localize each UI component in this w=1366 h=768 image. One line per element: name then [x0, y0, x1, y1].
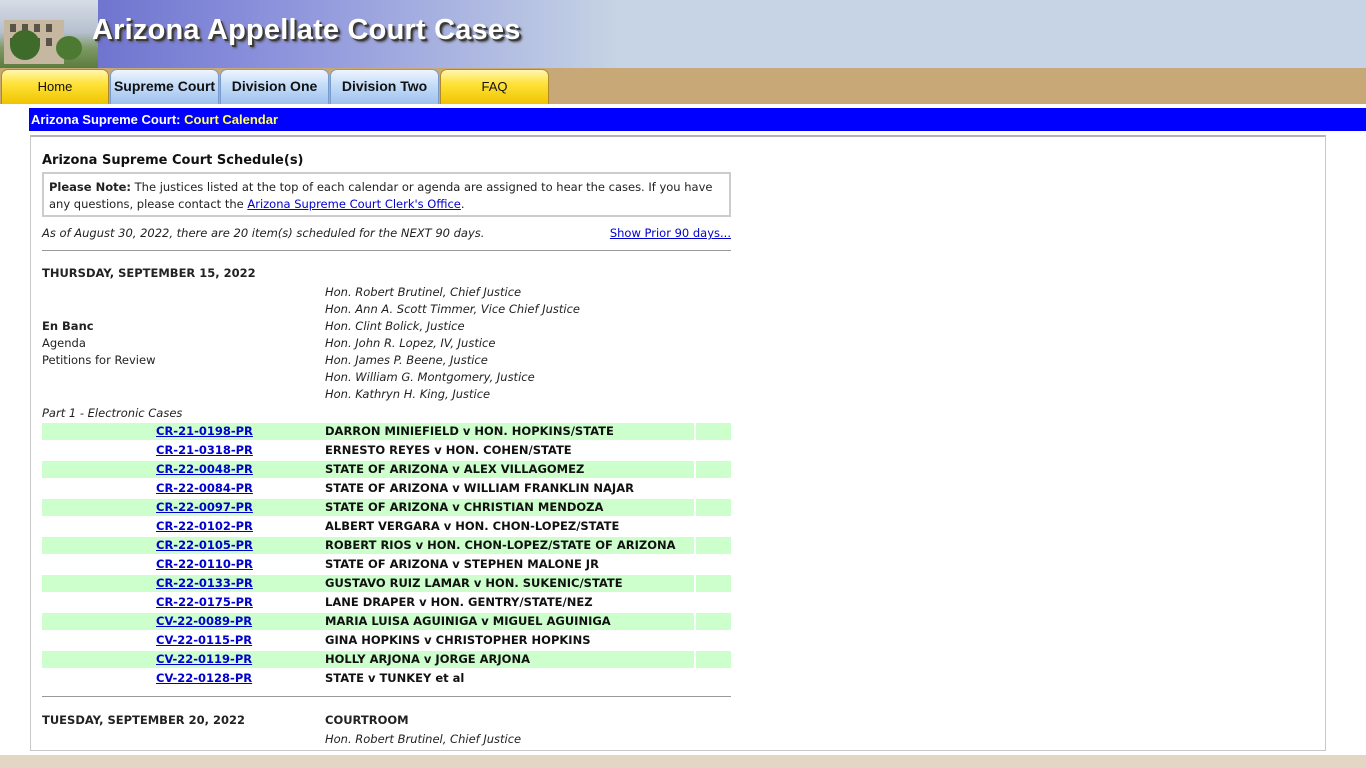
divider — [42, 696, 731, 697]
case-number-link[interactable]: CR-22-0105-PR — [156, 538, 253, 552]
case-title: ALBERT VERGARA v HON. CHON-LOPEZ/STATE — [325, 519, 620, 533]
site-banner: Arizona Appellate Court Cases — [0, 0, 1366, 68]
notice-box: Please Note: The justices listed at the … — [42, 172, 731, 217]
case-row: CR-22-0048-PR STATE OF ARIZONA v ALEX VIL… — [42, 461, 731, 478]
case-number-link[interactable]: CR-22-0048-PR — [156, 462, 253, 476]
breadcrumb: Arizona Supreme Court: Court Calendar — [29, 108, 1366, 131]
case-number-link[interactable]: CV-22-0128-PR — [156, 671, 252, 685]
case-title: STATE OF ARIZONA v STEPHEN MALONE JR — [325, 557, 599, 571]
calendar-location: COURTROOM — [325, 713, 409, 727]
case-number-link[interactable]: CR-21-0318-PR — [156, 443, 253, 457]
justice-name: Hon. Clint Bolick, Justice — [325, 319, 465, 333]
case-number-link[interactable]: CV-22-0119-PR — [156, 652, 252, 666]
case-row: CR-21-0318-PR ERNESTO REYES v HON. COHEN/… — [42, 442, 731, 459]
case-title: GUSTAVO RUIZ LAMAR v HON. SUKENIC/STATE — [325, 576, 623, 590]
case-number-link[interactable]: CR-22-0084-PR — [156, 481, 253, 495]
case-number-link[interactable]: CR-22-0175-PR — [156, 595, 253, 609]
breadcrumb-page: Court Calendar — [184, 112, 279, 127]
breadcrumb-section: Arizona Supreme Court: — [31, 112, 181, 127]
justice-name: Hon. William G. Montgomery, Justice — [325, 370, 535, 384]
calendar-type: En Banc — [42, 319, 94, 333]
justice-name: Hon. John R. Lopez, IV, Justice — [325, 336, 496, 350]
justice-name: Hon. Robert Brutinel, Chief Justice — [325, 732, 522, 746]
page-title: Arizona Supreme Court Schedule(s) — [42, 153, 304, 168]
divider — [42, 250, 731, 251]
tab-division-two[interactable]: Division Two — [330, 69, 439, 104]
justice-name: Hon. James P. Beene, Justice — [325, 353, 488, 367]
justice-name: Hon. Ann A. Scott Timmer, Vice Chief Jus… — [325, 302, 580, 316]
case-number-link[interactable]: CV-22-0089-PR — [156, 614, 252, 628]
case-row: CR-22-0084-PR STATE OF ARIZONA v WILLIAM … — [42, 480, 731, 497]
page-footer-band — [0, 755, 1366, 768]
case-title: ROBERT RIOS v HON. CHON-LOPEZ/STATE OF A… — [325, 538, 676, 552]
case-title: STATE OF ARIZONA v ALEX VILLAGOMEZ — [325, 462, 585, 476]
case-number-link[interactable]: CR-22-0110-PR — [156, 557, 253, 571]
case-row: CR-21-0198-PR DARRON MINIEFIELD v HON. HO… — [42, 423, 731, 440]
justice-name: Hon. Robert Brutinel, Chief Justice — [325, 285, 522, 299]
case-number-link[interactable]: CR-21-0198-PR — [156, 424, 253, 438]
calendar-date: TUESDAY, SEPTEMBER 20, 2022 — [42, 713, 246, 727]
part-label: Part 1 - Electronic Cases — [42, 406, 183, 420]
site-title: Arizona Appellate Court Cases — [92, 14, 521, 46]
case-title: MARIA LUISA AGUINIGA v MIGUEL AGUINIGA — [325, 614, 611, 628]
justice-name: Hon. Kathryn H. King, Justice — [325, 387, 491, 401]
case-row: CV-22-0128-PR STATE v TUNKEY et al — [42, 670, 731, 687]
case-title: HOLLY ARJONA v JORGE ARJONA — [325, 652, 530, 666]
case-title: STATE v TUNKEY et al — [325, 671, 465, 685]
case-row: CR-22-0102-PR ALBERT VERGARA v HON. CHON-… — [42, 518, 731, 535]
courthouse-photo — [0, 0, 98, 68]
items-summary: As of August 30, 2022, there are 20 item… — [42, 226, 485, 240]
note-label: Please Note: — [49, 180, 131, 194]
case-row: CV-22-0089-PR MARIA LUISA AGUINIGA v MIGU… — [42, 613, 731, 630]
calendar-date: THURSDAY, SEPTEMBER 15, 2022 — [42, 266, 256, 280]
case-row: CR-22-0097-PR STATE OF ARIZONA v CHRISTIA… — [42, 499, 731, 516]
note-end: . — [460, 197, 465, 211]
case-number-link[interactable]: CR-22-0102-PR — [156, 519, 253, 533]
case-row: CR-22-0105-PR ROBERT RIOS v HON. CHON-LOP… — [42, 537, 731, 554]
tab-supreme-court[interactable]: Supreme Court — [110, 69, 219, 104]
tab-faq[interactable]: FAQ — [440, 69, 549, 104]
clerk-office-link[interactable]: Arizona Supreme Court Clerk's Office — [247, 197, 461, 211]
calendar-kind: Agenda — [42, 336, 86, 350]
case-row: CR-22-0133-PR GUSTAVO RUIZ LAMAR v HON. S… — [42, 575, 731, 592]
case-row: CR-22-0110-PR STATE OF ARIZONA v STEPHEN … — [42, 556, 731, 573]
case-title: DARRON MINIEFIELD v HON. HOPKINS/STATE — [325, 424, 614, 438]
tab-home[interactable]: Home — [1, 69, 109, 104]
tab-division-one[interactable]: Division One — [220, 69, 329, 104]
case-title: STATE OF ARIZONA v WILLIAM FRANKLIN NAJA… — [325, 481, 634, 495]
case-row: CV-22-0119-PR HOLLY ARJONA v JORGE ARJONA — [42, 651, 731, 668]
case-title: GINA HOPKINS v CHRISTOPHER HOPKINS — [325, 633, 591, 647]
calendar-category: Petitions for Review — [42, 353, 156, 367]
case-number-link[interactable]: CR-22-0133-PR — [156, 576, 253, 590]
case-title: STATE OF ARIZONA v CHRISTIAN MENDOZA — [325, 500, 604, 514]
show-prior-link[interactable]: Show Prior 90 days... — [610, 226, 731, 240]
case-row: CV-22-0115-PR GINA HOPKINS v CHRISTOPHER … — [42, 632, 731, 649]
main-nav: Home Supreme Court Division One Division… — [0, 68, 1366, 104]
case-number-link[interactable]: CV-22-0115-PR — [156, 633, 252, 647]
case-title: ERNESTO REYES v HON. COHEN/STATE — [325, 443, 572, 457]
case-title: LANE DRAPER v HON. GENTRY/STATE/NEZ — [325, 595, 593, 609]
case-row: CR-22-0175-PR LANE DRAPER v HON. GENTRY/S… — [42, 594, 731, 611]
case-number-link[interactable]: CR-22-0097-PR — [156, 500, 253, 514]
